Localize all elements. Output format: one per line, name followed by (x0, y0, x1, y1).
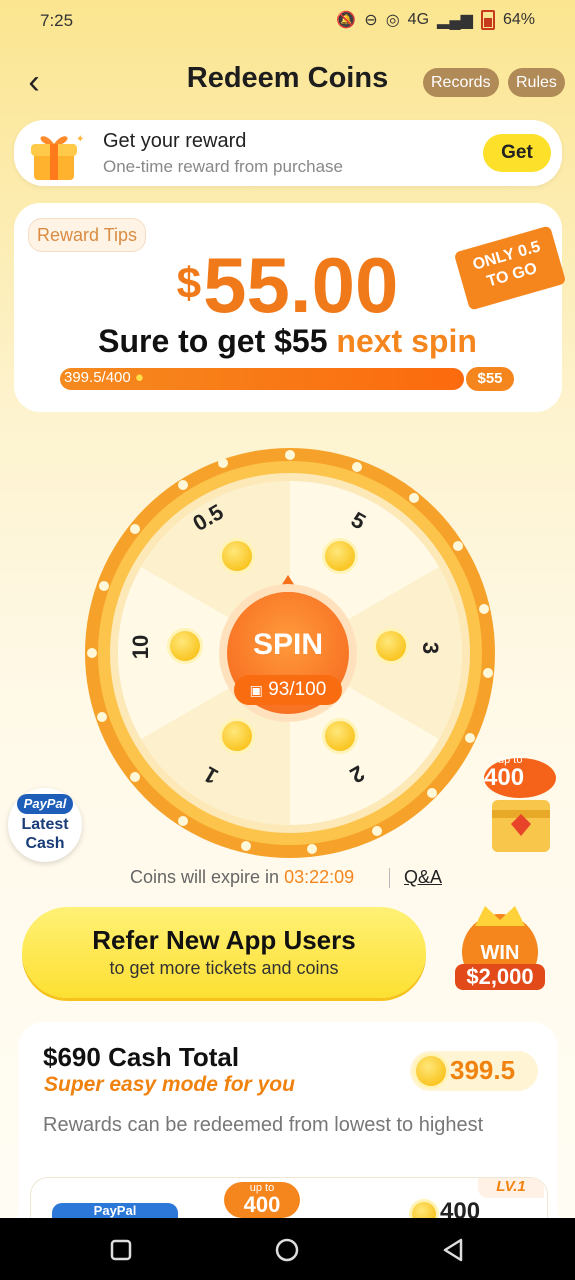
segment-label: 3 (418, 641, 444, 655)
redeem-note: Rewards can be redeemed from lowest to h… (43, 1114, 484, 1136)
qa-link[interactable]: Q&A (404, 867, 442, 888)
treasure-chest-button[interactable]: up to 400 (480, 752, 560, 856)
ticket-count: ▣ 93/100 (234, 675, 342, 705)
ticket-icon: ▣ (249, 682, 263, 698)
refer-subtitle: to get more tickets and coins (109, 958, 339, 978)
gift-icon: ✦ (31, 134, 84, 180)
next-spin-text: Sure to get $55 next spin (0, 323, 575, 360)
battery-percent: 64% (502, 11, 535, 28)
item-up-amount: 400 (243, 1192, 281, 1217)
reward-title: Get your reward (103, 130, 247, 152)
coin-balance: 399.5 (450, 1055, 516, 1085)
latest-cash-badge[interactable]: PayPal Latest Cash (8, 788, 82, 862)
chest-amount: 400 (484, 764, 525, 791)
progress-target: $55 (466, 367, 514, 391)
segment-coin-icon (222, 541, 252, 571)
records-button[interactable]: Records (423, 68, 499, 97)
signal-icon: ▂▄▆ (437, 12, 473, 29)
segment-label: 10 (128, 634, 154, 660)
mute-icon: 🔕 (336, 12, 357, 29)
reward-subtitle: One-time reward from purchase (103, 157, 343, 176)
rules-button[interactable]: Rules (508, 68, 565, 97)
home-icon[interactable] (267, 1230, 307, 1270)
status-time: 7:25 (40, 11, 74, 30)
segment-coin-icon (222, 721, 252, 751)
win-badge: WIN $2,000 (455, 898, 545, 994)
segment-coin-icon (325, 721, 355, 751)
progress-text: 399.5/400 ● (64, 369, 144, 386)
cash-mode-subtitle: Super easy mode for you (44, 1073, 295, 1096)
currency-symbol: $ (176, 259, 202, 308)
battery-icon (480, 10, 495, 30)
win-amount: $2,000 (455, 964, 545, 990)
latest-label: Latest (21, 816, 69, 833)
amount-value: 55.00 (203, 241, 399, 329)
win-label: WIN (480, 942, 520, 964)
expiry-prefix: Coins will expire in (130, 867, 280, 887)
cash-label: Cash (25, 835, 65, 852)
spin-label[interactable]: SPIN (227, 628, 349, 662)
divider (389, 868, 390, 888)
sure-highlight: next spin (336, 323, 477, 359)
coin-icon: ● (134, 369, 144, 386)
recent-apps-icon[interactable] (101, 1230, 141, 1270)
level-badge: LV.1 (478, 1178, 544, 1198)
segment-coin-icon (325, 541, 355, 571)
hotspot-icon: ◎ (385, 12, 400, 29)
expiry-timer: 03:22:09 (284, 867, 355, 887)
svg-text:✦: ✦ (76, 134, 84, 145)
segment-coin-icon (170, 631, 200, 661)
paypal-logo: PayPal (17, 794, 73, 814)
item-up-to-badge: up to 400 (224, 1182, 300, 1218)
coin-icon (416, 1056, 446, 1086)
back-nav-icon[interactable] (433, 1230, 473, 1270)
sure-prefix: Sure to get $55 (98, 323, 328, 359)
ticket-value: 93/100 (268, 679, 327, 700)
segment-coin-icon (376, 631, 406, 661)
network-label: 4G (407, 11, 430, 28)
coin-expiry: Coins will expire in 03:22:09 (130, 867, 354, 888)
progress-value: 399.5/400 (64, 369, 131, 386)
cash-total-title: $690 Cash Total (43, 1042, 240, 1072)
status-bar: 7:25 🔕 ⊖ ◎ 4G ▂▄▆ 64% (0, 0, 575, 42)
dnd-icon: ⊖ (364, 12, 378, 29)
refer-title: Refer New App Users (92, 925, 356, 955)
get-button[interactable]: Get (483, 134, 551, 172)
